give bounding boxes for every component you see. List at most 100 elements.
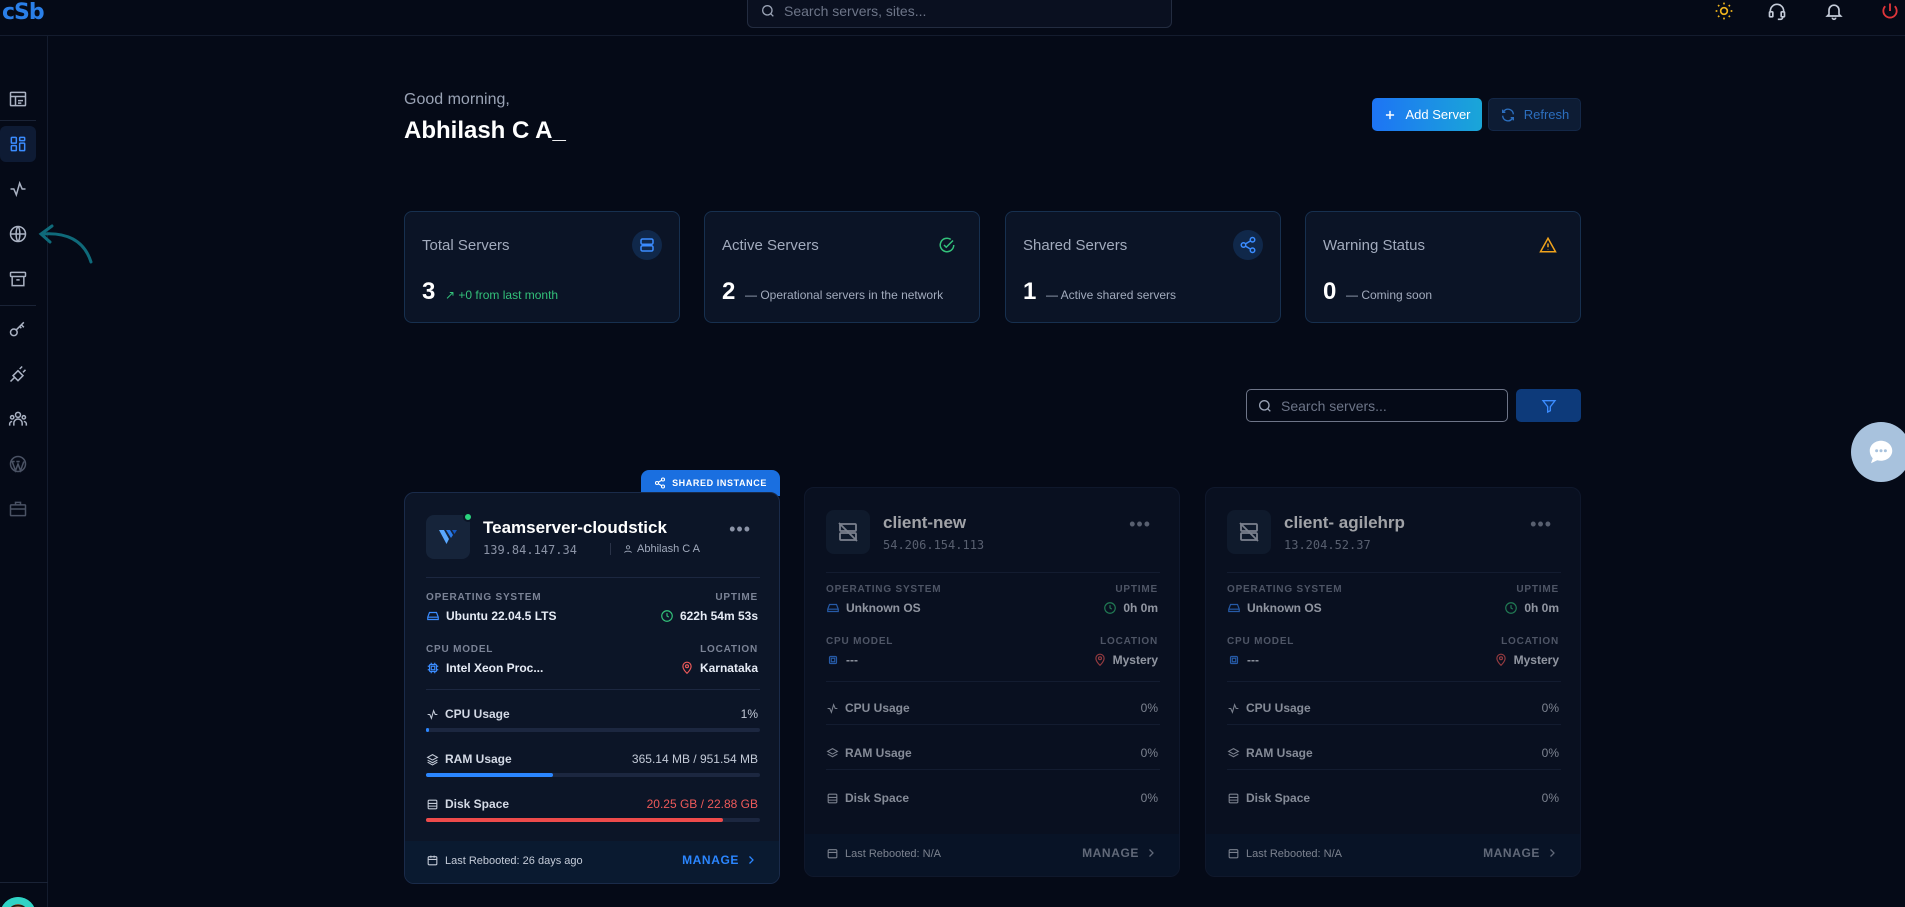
headset-icon [1768,3,1786,21]
global-search-box[interactable] [747,0,1172,28]
cpu-model-text: --- [846,653,858,667]
activity-icon [10,180,26,198]
os-text: Unknown OS [1247,601,1322,615]
add-server-button[interactable]: Add Server [1372,98,1482,131]
app-logo[interactable]: cSb [2,0,45,25]
sidebar-item-dashboard[interactable] [0,126,36,162]
server-search-input[interactable] [1281,397,1501,414]
disk-space-value: 0% [1541,791,1559,805]
location-label: LOCATION [1100,636,1158,647]
power-icon [1882,3,1898,19]
card-divider [826,769,1160,770]
plug-icon [9,365,27,383]
support-button[interactable] [1765,0,1789,22]
stat-note-text: Operational servers in the network [760,288,944,302]
server-name[interactable]: Teamserver-cloudstick [483,518,667,538]
sidebar-item-wordpress[interactable] [0,446,36,482]
sidebar-item-reports[interactable] [0,81,36,117]
avatar-image [1,897,35,907]
last-rebooted-text: Last Rebooted: N/A [845,847,942,860]
stat-note: ↗ +0 from last month [445,288,559,302]
refresh-button[interactable]: Refresh [1488,98,1581,131]
search-icon [1259,399,1271,412]
server-stack-icon [640,238,654,252]
sidebar-item-services[interactable] [0,491,36,527]
globe-icon [9,225,27,243]
sidebar-item-archive[interactable] [0,261,36,297]
location-text: Mystery [1112,653,1158,667]
ram-usage-text: RAM Usage [445,752,512,766]
cpu-chip-icon [1229,655,1239,665]
location-value: Karnataka [680,661,758,675]
stat-card-active-servers: Active Servers 2 — Operational servers i… [704,211,980,323]
greeting-subtitle: Good morning, [404,91,510,108]
uptime-label: UPTIME [1115,584,1158,595]
ram-usage-bar-fill [426,773,553,777]
cpu-usage-value: 0% [1541,701,1559,715]
uptime-value: 0h 0m [1504,601,1559,615]
sidebar-item-team[interactable] [0,401,36,437]
search-icon [762,4,774,17]
sidebar-item-activity[interactable] [0,171,36,207]
chevron-right-icon [1550,849,1555,857]
stat-card-total-servers: Total Servers 3 ↗ +0 from last month [404,211,680,323]
card-divider [1227,681,1561,682]
grid-icon [10,136,26,152]
logout-button[interactable] [1878,0,1902,22]
stat-icon-wrap [1233,230,1263,260]
database-icon [1228,793,1239,803]
server-logo [426,512,473,559]
sidebar-item-keys[interactable] [0,311,36,347]
more-options-button[interactable]: ••• [1129,514,1151,535]
manage-button[interactable]: MANAGE [1483,846,1558,860]
chat-widget-button[interactable] [1851,422,1905,482]
stat-value: 1 [1023,278,1037,305]
sidebar-divider [0,120,36,121]
server-ip: 54.206.154.113 [883,538,985,552]
uptime-text: 0h 0m [1123,601,1158,615]
location-label: LOCATION [700,644,758,655]
cpu-model-text: Intel Xeon Proc... [446,661,544,675]
stat-note-text: Coming soon [1361,288,1433,302]
cpu-usage-label: CPU Usage [826,701,910,715]
calendar-icon [1228,849,1239,859]
more-options-button[interactable]: ••• [729,519,751,540]
ram-usage-label: RAM Usage [426,752,512,766]
server-search-box[interactable] [1246,389,1508,422]
uptime-label: UPTIME [1516,584,1559,595]
stat-icon-wrap [1533,230,1563,260]
stat-value: 0 [1323,278,1337,305]
notifications-button[interactable] [1822,0,1846,22]
database-icon [827,793,838,803]
server-name[interactable]: client- agilehrp [1284,513,1405,533]
theme-toggle-button[interactable] [1712,0,1736,22]
manage-button[interactable]: MANAGE [1082,846,1157,860]
disk-space-text: Disk Space [445,797,510,811]
activity-icon [1228,702,1239,714]
manage-button[interactable]: MANAGE [682,853,757,867]
server-name[interactable]: client-new [883,513,966,533]
uptime-value: 622h 54m 53s [660,609,758,623]
uptime-label: UPTIME [715,592,758,603]
more-options-button[interactable]: ••• [1530,514,1552,535]
clock-icon [1104,602,1117,614]
filter-icon [1541,399,1556,413]
user-avatar[interactable] [0,897,36,907]
stat-icon-wrap [632,230,662,260]
database-icon [427,799,438,809]
greeting-name: Abhilash C A_ [404,117,566,144]
calendar-icon [427,855,438,866]
card-divider [826,572,1160,573]
cpu-usage-label: CPU Usage [426,707,510,721]
global-search-input[interactable] [784,3,1144,19]
server-logo [826,510,870,554]
filter-button[interactable] [1516,389,1581,422]
layers-icon [426,753,439,766]
server-ip: 13.204.52.37 [1284,538,1371,552]
uptime-value: 0h 0m [1103,601,1158,615]
card-footer: Last Rebooted: 26 days ago MANAGE [405,841,779,883]
warning-icon [1539,236,1557,253]
sidebar-item-sites[interactable] [0,216,36,252]
sidebar-item-integrations[interactable] [0,356,36,392]
cpu-usage-text: CPU Usage [445,707,510,721]
